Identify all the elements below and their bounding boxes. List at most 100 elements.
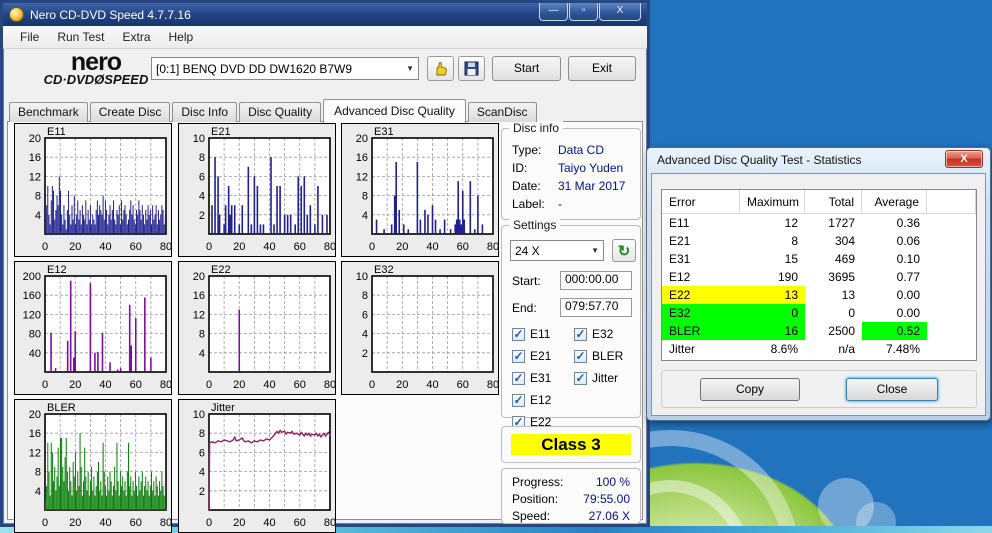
tab-create-disc[interactable]: Create Disc xyxy=(90,102,171,122)
checkbox-check-icon: ✓ xyxy=(574,328,587,341)
progress-value: 79:55.00 xyxy=(583,492,630,506)
eject-button[interactable] xyxy=(427,56,454,81)
svg-text:80: 80 xyxy=(29,329,41,341)
menu-bar: FileRun TestExtraHelp xyxy=(3,26,647,49)
progress-row: Position: 79:55.00 xyxy=(512,492,630,506)
refresh-button[interactable]: ↻ xyxy=(612,239,636,262)
svg-text:80: 80 xyxy=(160,379,171,391)
chart-e22: E2248121620020406080 xyxy=(178,261,336,395)
speed-select[interactable]: 24 X ▼ xyxy=(510,240,604,261)
tab-disc-info[interactable]: Disc Info xyxy=(172,102,237,122)
svg-text:12: 12 xyxy=(356,171,368,183)
stats-cell: 8.6% xyxy=(740,340,805,358)
progress-label: Position: xyxy=(512,492,558,506)
stats-cell: E12 xyxy=(662,268,740,286)
quality-class-badge: Class 3 xyxy=(511,434,631,455)
svg-text:4: 4 xyxy=(199,191,205,203)
stats-cell xyxy=(927,304,976,322)
svg-text:BLER: BLER xyxy=(47,402,76,414)
stats-column-header: Maximum xyxy=(740,190,805,213)
start-button[interactable]: Start xyxy=(492,56,561,81)
tab-disc-quality[interactable]: Disc Quality xyxy=(239,102,321,122)
chart-e21: E21246810020406080 xyxy=(178,123,336,257)
svg-text:20: 20 xyxy=(356,133,368,145)
svg-text:0: 0 xyxy=(369,379,375,391)
drive-select[interactable]: [0:1] BENQ DVD DD DW1620 B7W9 ▼ xyxy=(151,57,419,80)
checkbox-e11[interactable]: ✓E11 xyxy=(512,327,550,341)
checkbox-e21[interactable]: ✓E21 xyxy=(512,349,551,363)
svg-text:20: 20 xyxy=(396,379,408,391)
dialog-close-button[interactable]: X xyxy=(945,150,983,168)
progress-value: 27.06 X xyxy=(589,509,630,523)
statistics-dialog: Advanced Disc Quality Test - Statistics … xyxy=(646,147,991,421)
svg-text:80: 80 xyxy=(324,517,335,529)
svg-text:0: 0 xyxy=(42,517,48,529)
svg-text:12: 12 xyxy=(29,447,41,459)
stats-cell: n/a xyxy=(805,340,862,358)
disc-info-value: 31 Mar 2017 xyxy=(558,179,625,193)
disc-info-value: Data CD xyxy=(558,143,604,157)
stats-cell: Jitter xyxy=(662,340,740,358)
checkbox-check-icon: ✓ xyxy=(512,372,525,385)
start-field[interactable]: 000:00.00 xyxy=(560,271,632,290)
titlebar[interactable]: Nero CD-DVD Speed 4.7.7.16 — ▫ X xyxy=(3,3,647,26)
end-field[interactable]: 079:57.70 xyxy=(560,298,632,317)
svg-text:6: 6 xyxy=(199,447,205,459)
stats-row-e31: E31154690.10 xyxy=(662,250,976,268)
menu-item-file[interactable]: File xyxy=(11,27,48,47)
svg-text:60: 60 xyxy=(294,379,306,391)
svg-text:0: 0 xyxy=(42,379,48,391)
stats-cell: 15 xyxy=(740,250,805,268)
disc-info-title: Disc info xyxy=(509,121,563,135)
stats-cell: 7.48% xyxy=(862,340,927,358)
close-button[interactable]: X xyxy=(599,3,641,21)
svg-text:40: 40 xyxy=(426,379,438,391)
progress-row: Speed:27.06 X xyxy=(512,509,630,523)
save-button[interactable] xyxy=(458,56,485,81)
close-dialog-button[interactable]: Close xyxy=(846,378,938,401)
checkbox-e12[interactable]: ✓E12 xyxy=(512,393,551,407)
stats-column-header: Total xyxy=(805,190,862,213)
checkbox-e32[interactable]: ✓E32 xyxy=(574,327,613,341)
stats-cell: 0.06 xyxy=(862,232,927,250)
checkbox-check-icon: ✓ xyxy=(512,350,525,363)
stats-cell: 0.77 xyxy=(862,268,927,286)
minimize-button[interactable]: — xyxy=(539,3,568,21)
settings-group: Settings 24 X ▼ ↻ Start: 000:00.00 End: … xyxy=(501,225,641,418)
copy-button[interactable]: Copy xyxy=(700,378,800,401)
checkbox-label: Jitter xyxy=(592,371,618,385)
svg-text:20: 20 xyxy=(69,241,81,253)
svg-text:8: 8 xyxy=(199,428,205,440)
svg-text:80: 80 xyxy=(160,517,171,529)
svg-text:80: 80 xyxy=(324,241,335,253)
svg-text:60: 60 xyxy=(130,379,142,391)
checkbox-jitter[interactable]: ✓Jitter xyxy=(574,371,618,385)
svg-text:60: 60 xyxy=(457,241,469,253)
menu-item-help[interactable]: Help xyxy=(160,27,203,47)
tab-advanced-disc-quality[interactable]: Advanced Disc Quality xyxy=(323,99,466,123)
svg-text:4: 4 xyxy=(35,486,41,498)
menu-item-extra[interactable]: Extra xyxy=(113,27,159,47)
menu-item-run-test[interactable]: Run Test xyxy=(48,27,113,47)
disc-info-row: Type:Data CD xyxy=(512,143,632,157)
start-field-label: Start: xyxy=(512,274,541,288)
svg-text:6: 6 xyxy=(362,309,368,321)
stats-cell: 190 xyxy=(740,268,805,286)
exit-button[interactable]: Exit xyxy=(568,56,636,81)
progress-group: Progress:100 %Position:79:55.00Speed:27.… xyxy=(501,468,641,524)
tab-benchmark[interactable]: Benchmark xyxy=(9,102,88,122)
maximize-button[interactable]: ▫ xyxy=(569,3,598,21)
svg-text:2: 2 xyxy=(199,210,205,222)
svg-text:2: 2 xyxy=(362,348,368,360)
svg-text:20: 20 xyxy=(69,379,81,391)
checkbox-label: BLER xyxy=(592,349,623,363)
svg-text:10: 10 xyxy=(356,271,368,283)
tab-scandisc[interactable]: ScanDisc xyxy=(468,102,537,122)
stats-cell: 2500 xyxy=(805,322,862,340)
checkbox-e31[interactable]: ✓E31 xyxy=(512,371,551,385)
quality-class-box: Class 3 xyxy=(501,426,641,463)
svg-text:8: 8 xyxy=(362,290,368,302)
svg-text:E22: E22 xyxy=(211,264,231,276)
checkbox-bler[interactable]: ✓BLER xyxy=(574,349,623,363)
stats-cell: 1727 xyxy=(805,214,862,232)
